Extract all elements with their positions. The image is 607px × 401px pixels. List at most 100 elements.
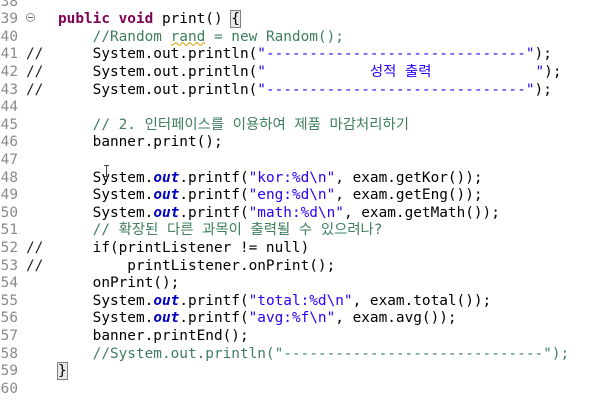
code-token: , exam.total()); <box>352 292 492 309</box>
code-text[interactable]: System.out.printf("avg:%f\n", exam.avg()… <box>58 310 457 328</box>
line-comment-marker: // <box>26 63 44 80</box>
code-text[interactable]: System.out.printf("math:%d\n", exam.getM… <box>58 205 500 223</box>
code-line[interactable]: 60 <box>0 381 607 399</box>
line-comment-marker: // <box>26 257 44 274</box>
line-number: 58 <box>0 345 18 362</box>
line-number: 50 <box>0 204 18 221</box>
code-token: "kor:%d\n" <box>248 169 336 186</box>
line-number: 54 <box>0 275 18 292</box>
line-number: 39 <box>0 11 18 28</box>
line-number: 40 <box>0 28 18 45</box>
code-token: = new Random(); <box>205 28 344 45</box>
code-text[interactable]: onPrint(); <box>58 275 180 293</box>
code-token: System.out.println( <box>58 63 258 80</box>
code-text[interactable]: if(printListener != null) <box>58 239 310 258</box>
code-token: out <box>153 187 180 204</box>
line-number: 38 <box>0 0 18 10</box>
line-number: 44 <box>0 99 18 116</box>
code-token: out <box>153 169 180 186</box>
code-line[interactable]: 41 // System.out.println("---------------… <box>0 46 607 64</box>
line-number: 52 <box>0 239 18 256</box>
line-number: 49 <box>0 187 18 204</box>
code-line[interactable]: 38 <box>0 0 607 11</box>
code-text[interactable]: public void print() { <box>58 10 241 29</box>
code-token: rand <box>170 28 206 45</box>
code-line[interactable]: 47 <box>0 152 607 170</box>
code-token: .printf( <box>179 169 249 186</box>
code-token: out <box>153 204 180 221</box>
code-text[interactable]: banner.print(); <box>58 134 223 152</box>
line-number: 48 <box>0 169 18 186</box>
line-number: 55 <box>0 292 18 309</box>
code-token: .printf( <box>179 187 249 204</box>
code-token: // 확장된 다른 과목이 출력될 수 있으려나? <box>58 222 383 239</box>
line-number: 42 <box>0 63 18 80</box>
code-text[interactable]: System.out.println(" 성적 출력 "); <box>58 64 562 82</box>
code-line[interactable]: 51 // 확장된 다른 과목이 출력될 수 있으려나? <box>0 222 607 240</box>
code-token: .printf( <box>179 204 249 221</box>
code-token: if(printListener != null) <box>58 239 310 256</box>
code-line[interactable]: 55 System.out.printf("total:%d\n", exam.… <box>0 293 607 311</box>
code-text[interactable]: printListener.onPrint(); <box>58 258 335 276</box>
code-line[interactable]: 59} <box>0 362 607 381</box>
code-text[interactable]: // 확장된 다른 과목이 출력될 수 있으려나? <box>58 222 383 240</box>
line-comment-marker: // <box>26 81 44 98</box>
text-cursor-icon <box>104 165 109 177</box>
code-text[interactable]: System.out.println("--------------------… <box>58 46 552 64</box>
code-line[interactable]: 52 // if(printListener != null) <box>0 240 607 258</box>
code-token: , exam.avg()); <box>335 310 457 327</box>
code-token: banner.print(); <box>58 134 223 151</box>
code-line[interactable]: 40 //Random rand = new Random(); <box>0 29 607 47</box>
code-line[interactable]: 54 onPrint(); <box>0 275 607 293</box>
code-token: //System.out.println("------------------… <box>58 345 570 362</box>
line-number: 47 <box>0 151 18 168</box>
line-number: 57 <box>0 327 18 344</box>
line-comment-marker: // <box>26 46 44 63</box>
line-number: 43 <box>0 81 18 98</box>
code-text[interactable]: } <box>57 362 68 381</box>
code-line[interactable]: 43 // System.out.println("---------------… <box>0 82 607 100</box>
code-text[interactable]: System.out.printf("eng:%d\n", exam.getEn… <box>58 187 483 205</box>
code-text[interactable]: banner.printEnd(); <box>58 328 249 346</box>
code-token: ); <box>544 63 562 80</box>
code-text[interactable]: //System.out.println("------------------… <box>58 345 570 364</box>
code-text[interactable]: //Random rand = new Random(); <box>58 29 344 47</box>
code-text[interactable]: System.out.println("--------------------… <box>58 82 552 100</box>
code-text[interactable]: System.out.printf("kor:%d\n", exam.getKo… <box>58 170 483 188</box>
line-comment-marker: // <box>26 239 44 256</box>
code-token: onPrint(); <box>58 275 180 292</box>
line-number: 59 <box>0 363 18 380</box>
code-line[interactable]: 39 public void print() { <box>0 10 607 29</box>
code-token: out <box>153 292 180 309</box>
code-line[interactable]: 46 banner.print(); <box>0 134 607 152</box>
code-line[interactable]: 58 //System.out.println("---------------… <box>0 346 607 364</box>
code-token: System.out.println( <box>58 46 258 63</box>
line-number: 53 <box>0 257 18 274</box>
code-token: "------------------------------" <box>257 46 535 63</box>
code-line[interactable]: 49 System.out.printf("eng:%d\n", exam.ge… <box>0 187 607 205</box>
code-token: ); <box>534 46 552 63</box>
code-text[interactable]: // 2. 인터페이스를 이용하여 제품 마감처리하기 <box>58 117 409 135</box>
code-text[interactable]: System.out.printf("total:%d\n", exam.tot… <box>58 292 492 311</box>
line-number: 60 <box>0 380 18 397</box>
code-token: System. <box>58 310 154 327</box>
code-token: " 성적 출력 " <box>257 63 545 80</box>
code-token: , exam.getKor()); <box>335 169 483 186</box>
code-token: .printf( <box>179 292 249 309</box>
code-line[interactable]: 48 System.out.printf("kor:%d\n", exam.ge… <box>0 170 607 188</box>
code-token: "math:%d\n" <box>248 204 344 221</box>
code-token: , exam.getEng()); <box>335 187 483 204</box>
code-line[interactable]: 45 // 2. 인터페이스를 이용하여 제품 마감처리하기 <box>0 117 607 135</box>
code-token: , exam.getMath()); <box>343 204 500 221</box>
code-token: System. <box>58 292 154 309</box>
code-line[interactable]: 44 <box>0 99 607 117</box>
code-token: out <box>153 310 180 327</box>
code-line[interactable]: 42 // System.out.println(" 성적 출력 "); <box>0 64 607 82</box>
code-line[interactable]: 56 System.out.printf("avg:%f\n", exam.av… <box>0 310 607 328</box>
line-number: 46 <box>0 134 18 151</box>
code-line[interactable]: 57 banner.printEnd(); <box>0 328 607 346</box>
code-editor[interactable]: 38 39 public void print() {40 //Random ran… <box>0 0 607 401</box>
line-number: 45 <box>0 116 18 133</box>
code-line[interactable]: 50 System.out.printf("math:%d\n", exam.g… <box>0 205 607 223</box>
code-line[interactable]: 53 // printListener.onPrint(); <box>0 258 607 276</box>
